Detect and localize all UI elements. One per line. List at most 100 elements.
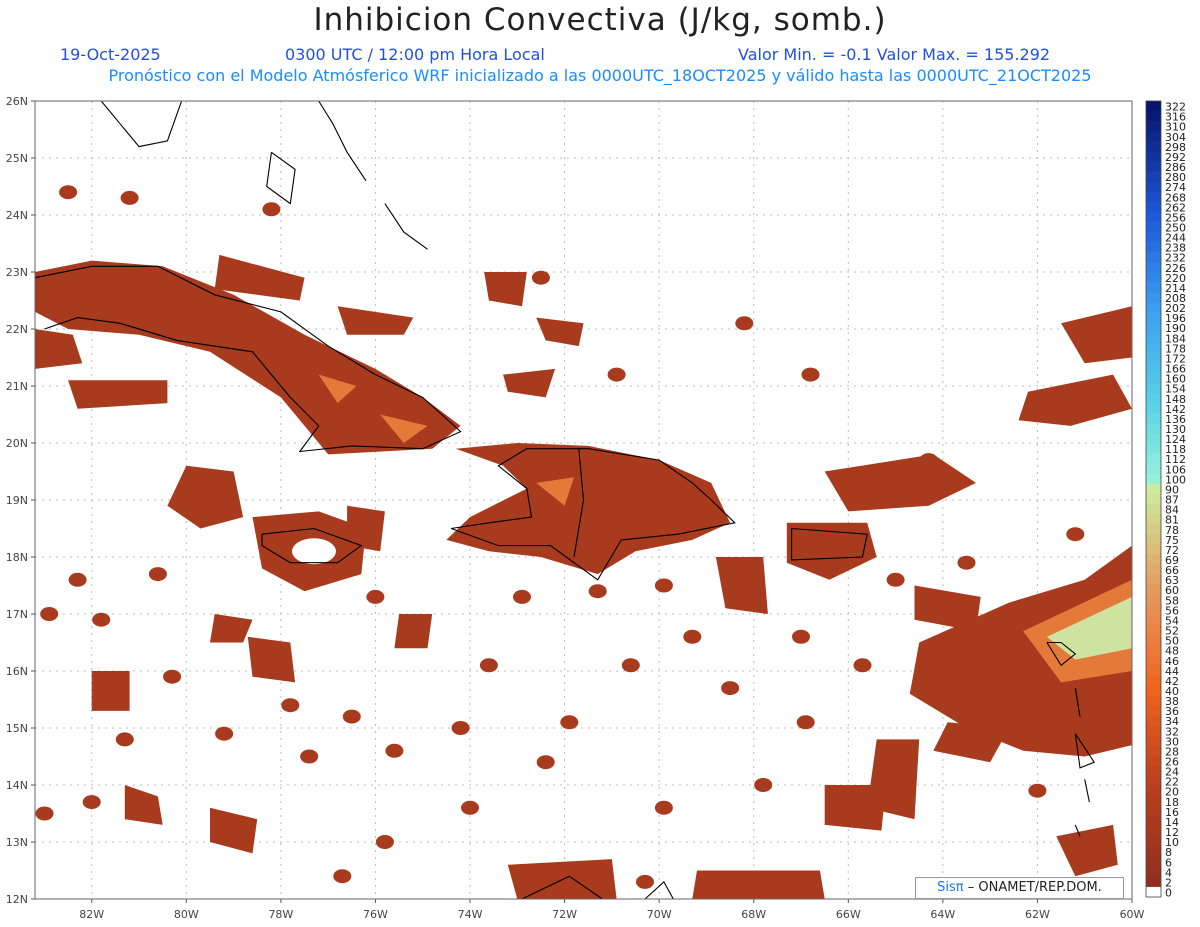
colorbar-swatch [1146,695,1161,707]
colorbar-swatch [1146,101,1161,112]
lon-label: 70W [647,908,672,921]
lat-label: 13N [6,836,28,849]
colorbar-swatch [1146,312,1161,324]
colorbar-swatch [1146,655,1161,666]
colorbar-swatch [1146,725,1161,737]
colorbar-swatch [1146,675,1161,686]
lat-label: 15N [6,722,28,735]
cin-speckle [115,732,134,747]
colorbar-swatch [1146,342,1161,354]
cin-speckle [721,681,740,696]
cin-speckle [92,612,111,627]
cin-speckle [754,778,773,792]
colorbar-swatch [1146,534,1161,545]
credit-box: Sisπ – ONAMET/REP.DOM. [915,877,1124,899]
lat-label: 24N [6,209,28,222]
colorbar-swatch [1146,483,1161,495]
cin-speckle [886,572,905,587]
cin-speckle [853,658,872,673]
cin-speckle [281,698,300,713]
lat-label: 21N [6,380,28,393]
colorbar-swatch [1146,322,1161,334]
lon-label: 68W [741,908,766,921]
cin-speckle [35,806,54,821]
colorbar-swatch [1146,594,1161,606]
colorbar-swatch [1146,272,1161,283]
cin-speckle [654,800,673,815]
colorbar-swatch [1146,201,1161,213]
cin-speckle [531,270,550,285]
colorbar-swatch [1146,745,1161,757]
cin-patch [247,636,296,683]
colorbar-swatch [1146,776,1161,787]
lon-label: 64W [930,908,955,921]
colorbar-swatch [1146,866,1161,878]
cin-speckle [215,726,234,741]
colorbar-swatch [1146,111,1161,122]
colorbar-swatch [1146,846,1161,858]
latitude-labels: 26N 25N 24N 23N 22N 21N 20N 19N 18N 17N 16N 15N 14N 1… [6,95,28,906]
colorbar-swatch [1146,292,1161,304]
colorbar-swatch [1146,584,1161,596]
map-figure: 26N 25N 24N 23N 22N 21N 20N 19N 18N 17N 16N 15N 14N 1… [6,95,1186,921]
cin-speckle [40,607,59,621]
colorbar-swatch [1146,242,1161,253]
lat-label: 22N [6,323,28,336]
cin-speckle [1066,527,1085,542]
lon-label: 78W [268,908,293,921]
lon-label: 74W [458,908,483,921]
cin-speckle [801,367,820,382]
colorbar-swatch [1146,262,1161,273]
lat-label: 20N [6,437,28,450]
cin-speckle [262,202,281,217]
colorbar-swatch [1146,554,1161,565]
colorbar-swatch [1146,161,1161,173]
cin-speckle [607,367,626,382]
lat-label: 23N [6,266,28,279]
colorbar-swatch [1146,886,1161,898]
cin-speckle [82,795,101,810]
colorbar-swatch [1146,796,1161,807]
cin-speckle [792,629,810,644]
colorbar-swatch [1146,816,1161,827]
lon-label: 72W [552,908,577,921]
colorbar-swatch [1146,423,1161,435]
lat-label: 25N [6,152,28,165]
colorbar-swatch [1146,151,1161,162]
lon-label: 76W [363,908,388,921]
cin-patch [692,870,825,899]
cin-speckle [560,715,579,730]
lat-label: 26N [6,95,28,108]
colorbar-swatch [1146,514,1161,525]
colorbar-swatch [1146,836,1161,848]
cin-patch [347,505,385,552]
cin-speckle [120,190,139,205]
colorbar-swatch [1146,141,1161,152]
colorbar-swatch [1146,403,1161,414]
cin-speckle [451,721,470,735]
colorbar-swatch [1146,705,1161,717]
cin-speckle [957,555,976,570]
colorbar-swatch [1146,624,1161,636]
colorbar-swatch [1146,131,1161,142]
colorbar-swatch [1146,302,1161,314]
cin-speckle [366,589,385,604]
lat-label: 12N [6,893,28,906]
colorbar-swatch [1146,665,1161,676]
lon-label: 62W [1025,908,1050,921]
colorbar-swatch [1146,645,1161,656]
colorbar-swatch [1146,453,1161,465]
cin-speckle [163,669,182,684]
colorbar-swatch [1146,231,1161,243]
colorbar-swatch [1146,413,1161,424]
colorbar-swatch [1146,473,1161,485]
cin-speckle [636,874,654,889]
cin-speckle [588,584,607,599]
colorbar-label: 0 [1165,887,1172,900]
lat-label: 16N [6,665,28,678]
colorbar-swatch [1146,221,1161,233]
lon-label: 66W [836,908,861,921]
colorbar-swatch [1146,806,1161,817]
cin-patch [394,614,433,649]
cin-speckle [654,578,673,593]
